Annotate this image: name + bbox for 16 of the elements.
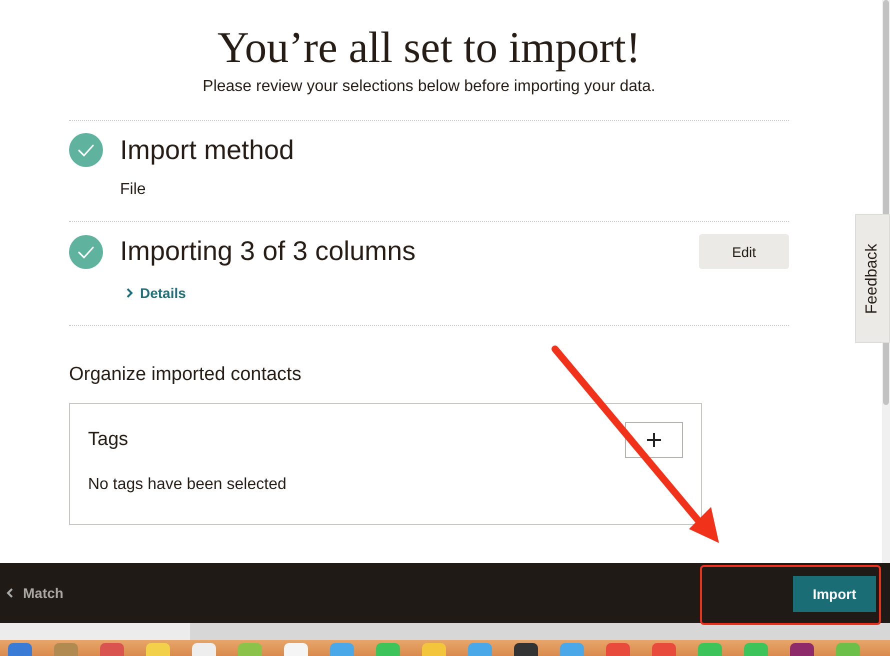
plus-icon [647,433,661,447]
details-link[interactable]: Details [126,285,186,301]
chevron-left-icon [6,588,14,598]
page-subtitle: Please review your selections below before importing your data. [202,78,656,96]
tags-label: Tags [88,429,128,451]
edit-button[interactable]: Edit [699,234,789,269]
back-link[interactable]: Match [6,585,64,601]
empty-message: No tags have been selected [88,476,288,494]
section-detail: File [120,181,147,199]
section-heading: Importing 3 of 3 columns [120,236,416,267]
section-heading: Organize imported contacts [69,364,302,386]
chevron-right-icon [126,288,133,298]
feedback-tab[interactable]: Feedback [855,214,890,343]
section-heading: Import method [120,134,294,166]
import-button[interactable]: Import [793,576,876,612]
page-title: You’re all set to import! [216,22,642,74]
